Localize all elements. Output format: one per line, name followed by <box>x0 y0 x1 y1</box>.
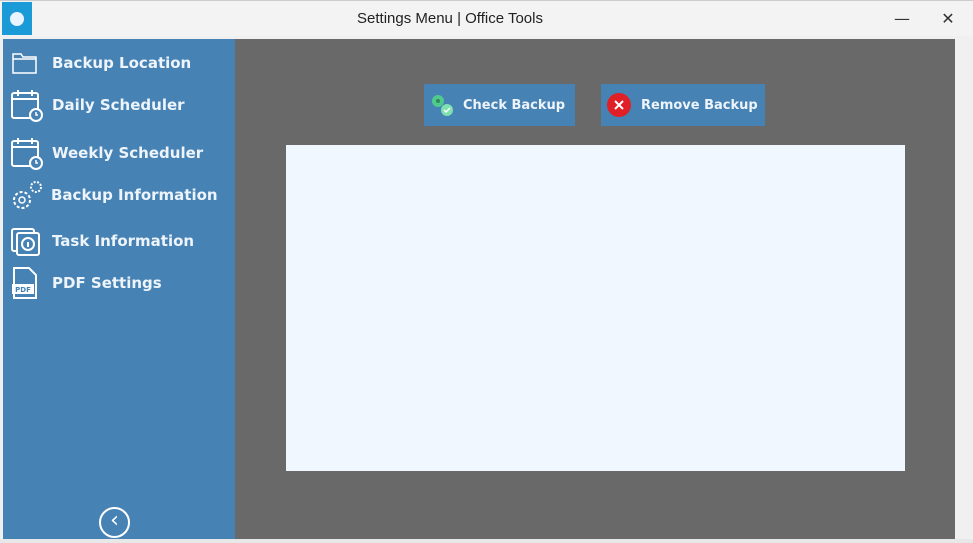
gear-check-icon <box>432 95 453 116</box>
sidebar: Backup Location Daily Scheduler Weekly S… <box>3 39 235 539</box>
sidebar-item-task-information[interactable]: Task Information <box>3 221 235 261</box>
sidebar-item-pdf-settings[interactable]: PDF PDF Settings <box>3 263 235 303</box>
pdf-file-icon: PDF <box>12 267 37 299</box>
gears-icon <box>13 181 42 209</box>
minimize-button[interactable]: — <box>887 5 917 33</box>
svg-text:PDF: PDF <box>15 286 31 294</box>
sidebar-item-backup-location[interactable]: Backup Location <box>3 43 235 83</box>
sidebar-item-backup-information[interactable]: Backup Information <box>3 175 235 215</box>
chevron-left-icon: ‹ <box>110 508 119 533</box>
window-bottom-edge <box>0 539 973 543</box>
title-bar: Settings Menu | Office Tools — ✕ <box>0 0 973 36</box>
scrollbar[interactable] <box>955 39 973 539</box>
sidebar-item-daily-scheduler[interactable]: Daily Scheduler <box>3 85 235 125</box>
main-area: Check Backup Remove Backup <box>235 39 955 539</box>
close-button[interactable]: ✕ <box>933 5 963 33</box>
window-title: Settings Menu | Office Tools <box>357 10 543 27</box>
info-document-icon <box>11 228 40 256</box>
calendar-clock-icon <box>11 138 43 170</box>
calendar-clock-icon <box>11 90 43 122</box>
check-backup-button[interactable]: Check Backup <box>424 84 575 126</box>
collapse-sidebar-button[interactable]: ‹ <box>99 507 130 538</box>
backup-output-panel <box>286 145 905 471</box>
remove-backup-button[interactable]: Remove Backup <box>601 84 765 126</box>
sidebar-item-weekly-scheduler[interactable]: Weekly Scheduler <box>3 133 235 173</box>
folder-icon <box>12 53 37 74</box>
remove-icon <box>607 93 631 117</box>
